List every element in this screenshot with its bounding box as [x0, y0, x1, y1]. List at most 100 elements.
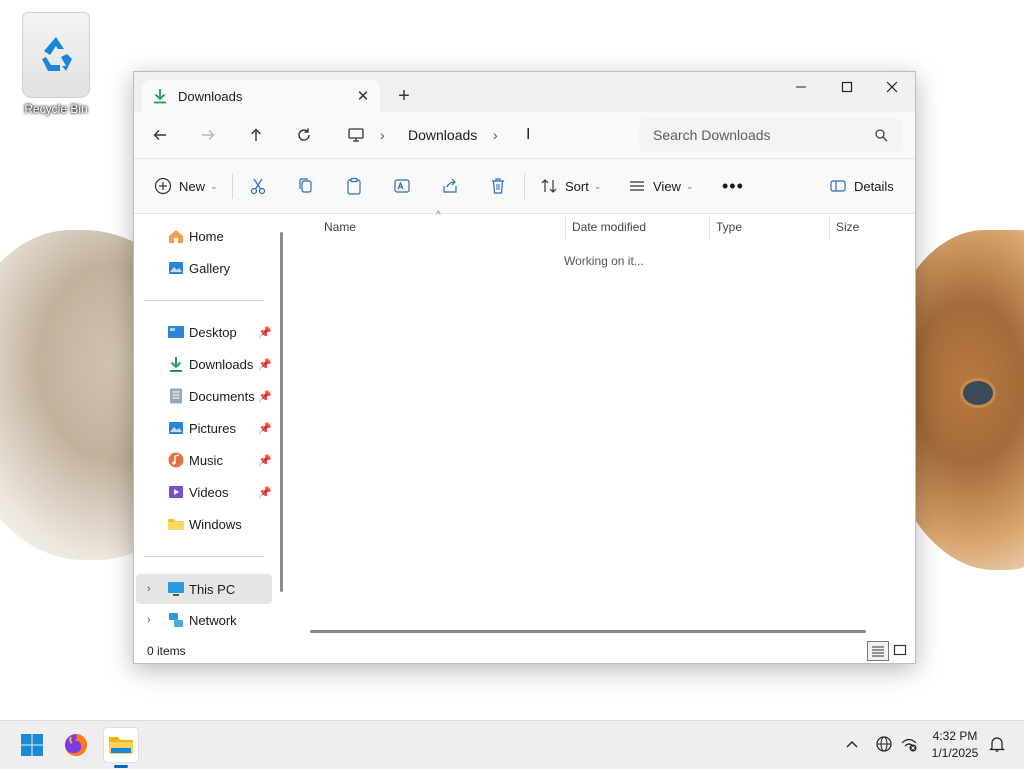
sidebar-item-music[interactable]: Music 📌 — [136, 446, 272, 474]
tiles-view-button[interactable] — [890, 641, 910, 659]
toolbar-divider — [232, 173, 233, 199]
new-label: New — [179, 178, 206, 194]
file-explorer-window: Downloads ✕ + › Downloads › I Search Dow… — [133, 71, 916, 664]
column-header-name[interactable]: Name — [324, 214, 356, 240]
forward-button[interactable] — [194, 122, 222, 148]
plus-circle-icon — [154, 177, 172, 195]
pin-icon[interactable]: 📌 — [258, 486, 272, 499]
sidebar-scrollbar[interactable] — [280, 232, 283, 592]
desktop-icon-label: Recycle Bin — [24, 102, 88, 116]
sidebar-item-label: Network — [189, 612, 237, 628]
clipboard-icon — [347, 177, 361, 195]
chevron-up-icon — [846, 741, 858, 748]
system-clock[interactable]: 4:32 PM 1/1/2025 — [920, 728, 990, 762]
column-header-label: Size — [836, 220, 860, 234]
column-divider[interactable] — [709, 216, 710, 240]
sort-icon — [541, 179, 557, 193]
copy-button[interactable] — [297, 173, 315, 199]
pin-icon[interactable]: 📌 — [258, 390, 272, 403]
sidebar-item-downloads[interactable]: Downloads 📌 — [136, 350, 272, 378]
tab-close-icon[interactable]: ✕ — [352, 85, 374, 107]
cut-button[interactable] — [249, 173, 267, 199]
column-divider[interactable] — [829, 216, 830, 240]
breadcrumb-separator-icon[interactable]: › — [493, 112, 498, 158]
bell-icon — [989, 737, 1005, 752]
this-pc-icon — [168, 582, 184, 596]
desktop-folder-icon — [168, 326, 184, 338]
sidebar-item-label: Videos — [189, 484, 229, 500]
sidebar-item-label: Gallery — [189, 260, 231, 276]
taskbar: 4:32 PM 1/1/2025 — [0, 720, 1024, 769]
pin-icon[interactable]: 📌 — [258, 454, 272, 467]
tab-bar: Downloads ✕ + — [134, 72, 915, 112]
sidebar-item-gallery[interactable]: Gallery — [136, 254, 272, 282]
column-header-label: Type — [716, 220, 743, 234]
network-disconnected-icon — [901, 738, 917, 752]
maximize-button[interactable] — [824, 72, 870, 102]
taskbar-firefox[interactable] — [58, 727, 94, 763]
music-folder-icon — [168, 452, 184, 468]
share-button[interactable] — [441, 173, 459, 199]
expand-chevron-icon[interactable]: › — [147, 583, 151, 595]
chevron-down-icon: ⌄ — [685, 180, 694, 191]
sidebar-item-windows[interactable]: Windows — [136, 510, 272, 538]
status-bar: 0 items — [134, 638, 915, 663]
maximize-icon — [841, 81, 853, 93]
scissors-icon — [250, 178, 266, 195]
sidebar-item-label: Music — [189, 452, 223, 468]
new-button[interactable]: New ⌄ — [154, 173, 218, 199]
taskbar-file-explorer[interactable] — [103, 727, 139, 763]
network-status-button[interactable] — [898, 733, 920, 755]
sidebar-item-this-pc[interactable]: › This PC — [136, 574, 272, 604]
refresh-icon — [298, 128, 310, 141]
paste-button[interactable] — [345, 173, 363, 199]
breadcrumb[interactable]: Downloads — [408, 112, 477, 158]
sidebar-item-label: Downloads — [189, 356, 254, 372]
desktop-icon-recycle-bin[interactable]: Recycle Bin — [20, 12, 92, 116]
sort-button[interactable]: Sort ⌄ — [540, 173, 601, 199]
up-button[interactable] — [242, 122, 270, 148]
details-view-button[interactable] — [867, 641, 889, 661]
new-tab-button[interactable]: + — [392, 84, 416, 108]
pin-icon[interactable]: 📌 — [258, 326, 272, 339]
expand-chevron-icon[interactable]: › — [147, 614, 151, 626]
view-button[interactable]: View ⌄ — [628, 173, 694, 199]
breadcrumb-item[interactable]: Downloads — [408, 127, 477, 143]
column-divider[interactable] — [565, 216, 566, 240]
minimize-button[interactable] — [778, 72, 824, 102]
start-button[interactable] — [14, 727, 50, 763]
language-button[interactable] — [873, 733, 895, 755]
sort-label: Sort — [565, 178, 589, 194]
column-header-date-modified[interactable]: Date modified — [572, 214, 646, 240]
sidebar-item-videos[interactable]: Videos 📌 — [136, 478, 272, 506]
delete-button[interactable] — [489, 173, 507, 199]
rename-button[interactable] — [393, 173, 411, 199]
sidebar-item-documents[interactable]: Documents 📌 — [136, 382, 272, 410]
more-icon: ••• — [722, 175, 744, 196]
details-pane-button[interactable]: Details — [829, 173, 894, 199]
gallery-icon — [169, 262, 183, 274]
column-header-type[interactable]: Type — [716, 214, 742, 240]
downloads-folder-icon — [170, 357, 182, 372]
this-pc-breadcrumb-button[interactable] — [342, 122, 370, 148]
horizontal-scrollbar[interactable] — [310, 630, 866, 633]
home-icon — [169, 230, 183, 243]
sidebar-item-network[interactable]: › Network — [136, 606, 272, 634]
sidebar-item-desktop[interactable]: Desktop 📌 — [136, 318, 272, 346]
search-input[interactable]: Search Downloads — [639, 118, 902, 152]
tab-downloads[interactable]: Downloads ✕ — [142, 80, 380, 112]
column-header-size[interactable]: Size — [836, 214, 859, 240]
back-button[interactable] — [146, 122, 174, 148]
notifications-button[interactable] — [986, 733, 1008, 755]
refresh-button[interactable] — [290, 122, 318, 148]
pin-icon[interactable]: 📌 — [258, 422, 272, 435]
sidebar-item-label: Windows — [189, 516, 242, 532]
sidebar-item-home[interactable]: Home — [136, 222, 272, 250]
sidebar-item-pictures[interactable]: Pictures 📌 — [136, 414, 272, 442]
show-hidden-icons-button[interactable] — [841, 733, 863, 755]
clock-time: 4:32 PM — [932, 729, 978, 743]
pin-icon[interactable]: 📌 — [258, 358, 272, 371]
close-window-button[interactable] — [869, 72, 915, 102]
more-options-button[interactable]: ••• — [722, 173, 744, 199]
breadcrumb-separator-icon[interactable]: › — [380, 112, 385, 158]
